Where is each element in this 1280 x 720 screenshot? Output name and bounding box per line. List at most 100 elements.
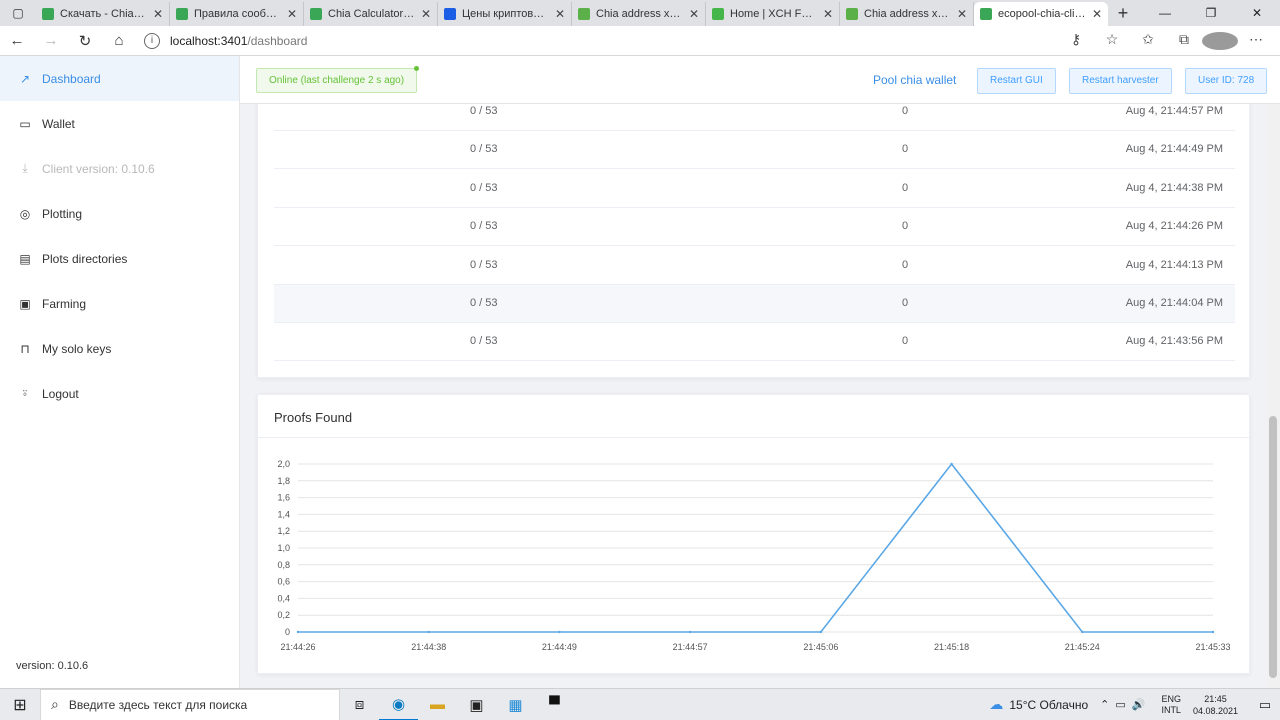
close-tab-icon[interactable]: ✕ [823, 7, 833, 21]
tab-favicon-icon [42, 8, 54, 20]
data-point[interactable] [1081, 630, 1084, 634]
data-point[interactable] [950, 462, 953, 466]
browser-tab[interactable]: Правила сообщес ✕ [170, 2, 304, 26]
file-explorer-icon[interactable]: ▬ [418, 689, 457, 720]
browser-tab[interactable]: Home | XCH Faucet ✕ [706, 2, 840, 26]
pool-wallet-link[interactable]: Pool chia wallet [873, 73, 956, 87]
browser-tab[interactable]: ecopool-chia-client ✕ [974, 2, 1108, 26]
close-tab-icon[interactable]: ✕ [287, 7, 297, 21]
data-point[interactable] [819, 630, 823, 634]
sidebar-item[interactable]: ◎ Plotting [0, 191, 239, 236]
data-point[interactable] [427, 630, 430, 634]
scrollbar-thumb[interactable] [1269, 416, 1277, 678]
wallet-icon: ▭ [19, 116, 31, 131]
sidebar-item[interactable]: ▤ Plots directories [0, 236, 239, 281]
language-indicator[interactable]: ENG INTL [1161, 694, 1181, 716]
sidebar-item[interactable]: ⍤ Logout [0, 371, 239, 416]
browser-toolbar-icons: ⚷ ☆ ✩ ⧉ ⋯ [1058, 31, 1274, 50]
sidebar-item[interactable]: ↗ Dashboard [0, 56, 239, 101]
taskbar-search[interactable]: ⌕ Введите здесь текст для поиска [40, 688, 340, 720]
notifications-icon[interactable]: ▭ [1250, 697, 1280, 713]
data-point[interactable] [296, 630, 300, 634]
more-menu-icon[interactable]: ⋯ [1238, 31, 1274, 49]
proofs-cell: 0 [902, 143, 909, 156]
y-tick-label: 0,8 [277, 560, 290, 570]
site-info-icon[interactable]: i [144, 32, 160, 49]
edge-icon[interactable]: ◉ [379, 689, 418, 720]
minimize-icon[interactable]: — [1142, 6, 1188, 20]
clock[interactable]: 21:45 04.08.2021 [1193, 693, 1238, 717]
window-controls: — ❐ ✕ [1142, 6, 1280, 20]
time-cell: Aug 4, 21:44:57 PM [1125, 105, 1223, 117]
weather-widget[interactable]: ☁ 15°C Облачно [989, 696, 1088, 713]
restore-icon[interactable]: ❐ [1188, 6, 1234, 20]
close-tab-icon[interactable]: ✕ [555, 7, 565, 21]
y-tick-label: 0,4 [277, 593, 290, 603]
tab-title: Chia address xch1w [864, 8, 951, 20]
close-window-icon[interactable]: ✕ [1234, 6, 1280, 20]
table-row: 0 / 53 0 Aug 4, 21:44:26 PM [274, 208, 1235, 247]
browser-tab[interactable]: Chia Calculator - H ✕ [304, 2, 438, 26]
close-tab-icon[interactable]: ✕ [1092, 7, 1102, 21]
sidebar-item[interactable]: ⊓ My solo keys [0, 326, 239, 371]
proofs-cell: 0 [902, 335, 909, 348]
data-point[interactable] [1211, 630, 1215, 634]
back-icon[interactable]: ← [0, 32, 34, 49]
time-cell: Aug 4, 21:44:13 PM [1125, 258, 1223, 271]
browser-tab[interactable]: Цены криптовалю ✕ [438, 2, 572, 26]
restart-harvester-button[interactable]: Restart harvester [1069, 68, 1172, 94]
y-tick-label: 1,8 [277, 476, 290, 486]
sidebar-item[interactable]: ▣ Farming [0, 281, 239, 326]
store-icon[interactable]: ▣ [457, 689, 496, 720]
close-tab-icon[interactable]: ✕ [421, 7, 431, 21]
printer-icon: ▣ [19, 296, 31, 311]
home-icon[interactable]: ⌂ [102, 32, 136, 49]
browser-tab[interactable]: Chia address xch1w ✕ [840, 2, 974, 26]
sidebar-item-label: Client version: 0.10.6 [42, 161, 155, 176]
sidebar-item: ⤓ Client version: 0.10.6 [0, 146, 239, 191]
search-icon: ⌕ [51, 696, 59, 712]
close-tab-icon[interactable]: ✕ [153, 7, 163, 21]
url-field[interactable]: i localhost:3401/dashboard [144, 29, 1058, 53]
sidebar-item-label: My solo keys [42, 341, 112, 356]
table-row: 0 / 53 0 Aug 4, 21:44:49 PM [274, 131, 1235, 170]
profile-icon[interactable] [1202, 31, 1238, 50]
collections-icon[interactable]: ⧉ [1166, 31, 1202, 49]
tab-favicon-icon [444, 8, 456, 20]
key-icon[interactable]: ⚷ [1058, 31, 1094, 49]
page-scrollbar[interactable] [1266, 104, 1280, 688]
x-tick-label: 21:44:57 [673, 642, 708, 652]
new-tab-button[interactable]: + [1108, 3, 1138, 24]
x-tick-label: 21:44:49 [542, 642, 577, 652]
add-favorite-icon[interactable]: ☆ [1094, 31, 1130, 49]
user-id-button[interactable]: User ID: 728 [1185, 68, 1268, 94]
x-tick-label: 21:45:33 [1195, 642, 1230, 652]
table-row: 0 / 53 0 Aug 4, 21:43:56 PM [274, 323, 1235, 362]
tab-actions-icon[interactable]: ▢ [0, 6, 36, 20]
tab-title: Цены криптовалю [462, 8, 549, 20]
browser-tab[interactable]: Скачать - Chia Net ✕ [36, 2, 170, 26]
y-tick-label: 1,6 [277, 493, 290, 503]
restart-gui-button[interactable]: Restart GUI [977, 68, 1056, 94]
data-point[interactable] [558, 630, 561, 634]
tab-title: Скачать - Chia Net [60, 8, 147, 20]
reload-icon[interactable]: ↻ [68, 32, 102, 50]
close-tab-icon[interactable]: ✕ [689, 7, 699, 21]
challenges-table: 0 / 53 0 Aug 4, 21:44:57 PM 0 / 53 0 Aug 4, 2… [257, 104, 1250, 378]
close-tab-icon[interactable]: ✕ [957, 7, 967, 21]
data-point[interactable] [688, 630, 692, 634]
tab-title: Правила сообщес [194, 8, 281, 20]
main-content[interactable]: 0 / 53 0 Aug 4, 21:44:57 PM 0 / 53 0 Aug 4, 2… [240, 104, 1266, 688]
browser-tab[interactable]: Chia address xch1 ✕ [572, 2, 706, 26]
proofs-chart-card: Proofs Found 2,0 1,8 1,6 1,4 1,2 1,0 0,8 0,6 0,4… [257, 394, 1250, 674]
sidebar-item[interactable]: ▭ Wallet [0, 101, 239, 146]
windows-start-icon[interactable]: ⊞ [0, 695, 40, 715]
status-dot-icon [414, 66, 420, 71]
chart-divider [258, 437, 1249, 438]
terminal-icon[interactable]: ▀ [535, 689, 574, 720]
windows-taskbar: ⊞ ⌕ Введите здесь текст для поиска ⧈ ◉ ▬… [0, 688, 1280, 720]
app-icon[interactable]: ▦ [496, 689, 535, 720]
favorites-icon[interactable]: ✩ [1130, 31, 1166, 49]
tray-icons[interactable]: ⌃▭🔊 [1100, 698, 1151, 711]
task-view-icon[interactable]: ⧈ [340, 689, 379, 720]
